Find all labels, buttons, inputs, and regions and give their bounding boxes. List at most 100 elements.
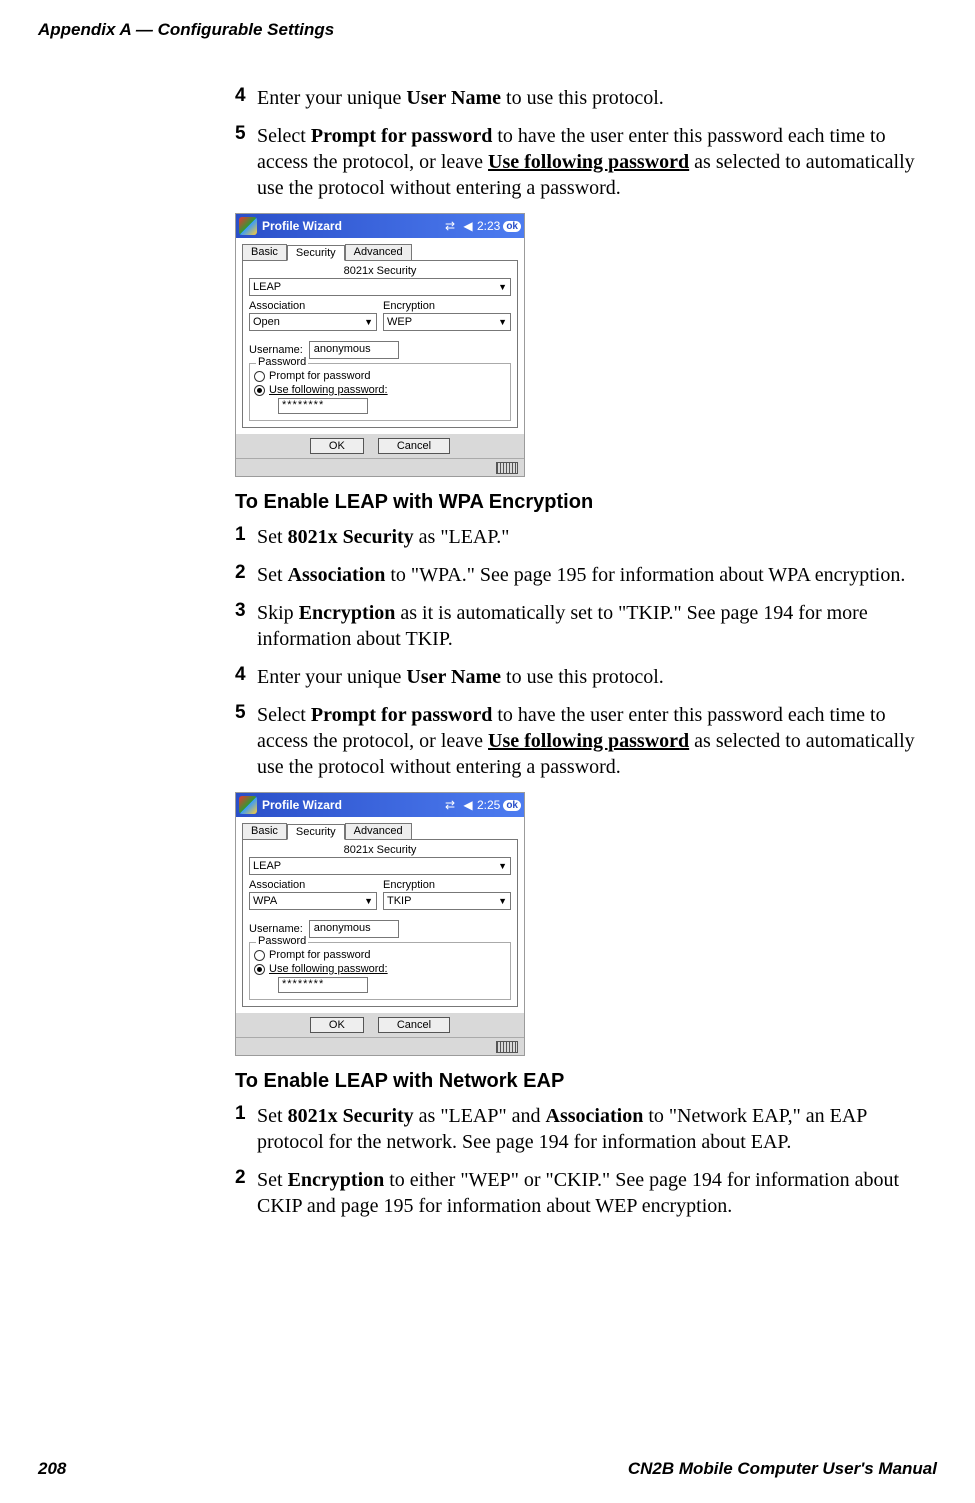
encryption-dropdown[interactable]: TKIP ▼	[383, 892, 511, 910]
dropdown-value: LEAP	[253, 281, 281, 293]
tab-security[interactable]: Security	[287, 245, 345, 261]
password-input[interactable]: ********	[278, 398, 368, 414]
step-text: Enter your unique User Name to use this …	[257, 85, 664, 111]
radio-icon	[254, 950, 265, 961]
bold-text: 8021x Security	[288, 526, 414, 548]
text: to "WPA." See page 195 for information a…	[385, 564, 905, 586]
ok-button[interactable]: OK	[310, 1017, 364, 1033]
titlebar: Profile Wizard ⇄ ◀ 2:23 ok	[236, 214, 524, 238]
step-number: 5	[235, 123, 257, 201]
chevron-down-icon: ▼	[498, 317, 507, 327]
button-bar: OK Cancel	[236, 434, 524, 458]
radio-icon	[254, 964, 265, 975]
use-following-password-radio[interactable]: Use following password:	[254, 384, 506, 396]
username-input[interactable]: anonymous	[309, 341, 399, 359]
chevron-down-icon: ▼	[364, 317, 373, 327]
s2-step-2: 2 Set Encryption to either "WEP" or "CKI…	[235, 1167, 937, 1219]
use-following-password-radio[interactable]: Use following password:	[254, 963, 506, 975]
tab-advanced[interactable]: Advanced	[345, 244, 412, 260]
tab-basic[interactable]: Basic	[242, 823, 287, 839]
dropdown-value: LEAP	[253, 860, 281, 872]
step-text: Select Prompt for password to have the u…	[257, 123, 937, 201]
bold-text: User Name	[406, 87, 501, 109]
step-number: 4	[235, 85, 257, 111]
tab-body: 8021x Security LEAP ▼ Association Open ▼…	[242, 260, 518, 428]
cancel-button[interactable]: Cancel	[378, 438, 450, 454]
security-dropdown[interactable]: LEAP ▼	[249, 857, 511, 875]
password-input[interactable]: ********	[278, 977, 368, 993]
text: Enter your unique	[257, 666, 406, 688]
step-text: Set Association to "WPA." See page 195 f…	[257, 562, 905, 588]
page-content: 4 Enter your unique User Name to use thi…	[0, 40, 975, 1219]
radio-icon	[254, 371, 265, 382]
text: to use this protocol.	[501, 87, 664, 109]
encryption-dropdown[interactable]: WEP ▼	[383, 313, 511, 331]
s1-step-5: 5 Select Prompt for password to have the…	[235, 702, 937, 780]
security-dropdown[interactable]: LEAP ▼	[249, 278, 511, 296]
text: to use this protocol.	[501, 666, 664, 688]
window-title: Profile Wizard	[262, 219, 441, 233]
ok-button[interactable]: OK	[310, 438, 364, 454]
step-number: 2	[235, 562, 257, 588]
encryption-label: Encryption	[383, 879, 511, 891]
radio-label: Use following password:	[269, 384, 388, 396]
step-5: 5 Select Prompt for password to have the…	[235, 123, 937, 201]
step-text: Set Encryption to either "WEP" or "CKIP.…	[257, 1167, 937, 1219]
radio-label: Prompt for password	[269, 949, 370, 961]
bold-text: Use following password	[488, 730, 689, 752]
association-dropdown[interactable]: WPA ▼	[249, 892, 377, 910]
page-footer: 208 CN2B Mobile Computer User's Manual	[0, 1459, 975, 1479]
password-fieldset: Password Prompt for password Use followi…	[249, 363, 511, 421]
step-text: Skip Encryption as it is automatically s…	[257, 600, 937, 652]
security-label: 8021x Security	[249, 844, 511, 856]
encryption-label: Encryption	[383, 300, 511, 312]
s1-step-4: 4 Enter your unique User Name to use thi…	[235, 664, 937, 690]
step-number: 1	[235, 1103, 257, 1155]
step-text: Set 8021x Security as "LEAP."	[257, 524, 509, 550]
chevron-down-icon: ▼	[498, 896, 507, 906]
s1-step-3: 3 Skip Encryption as it is automatically…	[235, 600, 937, 652]
text: Skip	[257, 602, 299, 624]
step-number: 2	[235, 1167, 257, 1219]
password-fieldset: Password Prompt for password Use followi…	[249, 942, 511, 1000]
s1-step-2: 2 Set Association to "WPA." See page 195…	[235, 562, 937, 588]
ok-badge[interactable]: ok	[503, 800, 521, 811]
tab-security[interactable]: Security	[287, 824, 345, 840]
tab-advanced[interactable]: Advanced	[345, 823, 412, 839]
password-legend: Password	[256, 356, 308, 368]
ok-badge[interactable]: ok	[503, 221, 521, 232]
network-icon: ⇄	[443, 798, 457, 812]
keyboard-icon[interactable]	[496, 462, 518, 474]
tab-basic[interactable]: Basic	[242, 244, 287, 260]
text: Select	[257, 125, 311, 147]
step-4: 4 Enter your unique User Name to use thi…	[235, 85, 937, 111]
prompt-password-radio[interactable]: Prompt for password	[254, 370, 506, 382]
password-legend: Password	[256, 935, 308, 947]
prompt-password-radio[interactable]: Prompt for password	[254, 949, 506, 961]
text: Select	[257, 704, 311, 726]
network-icon: ⇄	[443, 219, 457, 233]
association-label: Association	[249, 300, 377, 312]
s2-step-1: 1 Set 8021x Security as "LEAP" and Assoc…	[235, 1103, 937, 1155]
tab-body: 8021x Security LEAP ▼ Association WPA ▼ …	[242, 839, 518, 1007]
association-dropdown[interactable]: Open ▼	[249, 313, 377, 331]
bold-text: Association	[546, 1105, 644, 1127]
screenshot-2: Profile Wizard ⇄ ◀ 2:25 ok Basic Securit…	[235, 792, 525, 1056]
chevron-down-icon: ▼	[364, 896, 373, 906]
step-text: Enter your unique User Name to use this …	[257, 664, 664, 690]
button-bar: OK Cancel	[236, 1013, 524, 1037]
windows-icon	[239, 796, 257, 814]
screenshot-1: Profile Wizard ⇄ ◀ 2:23 ok Basic Securit…	[235, 213, 525, 477]
keyboard-icon[interactable]	[496, 1041, 518, 1053]
cancel-button[interactable]: Cancel	[378, 1017, 450, 1033]
text: Set	[257, 526, 288, 548]
username-input[interactable]: anonymous	[309, 920, 399, 938]
dropdown-value: WPA	[253, 895, 277, 907]
bold-text: User Name	[406, 666, 501, 688]
bold-text: Prompt for password	[311, 125, 492, 147]
bold-text: 8021x Security	[288, 1105, 414, 1127]
manual-title: CN2B Mobile Computer User's Manual	[628, 1459, 937, 1479]
text: Set	[257, 1105, 288, 1127]
page-header: Appendix A — Configurable Settings	[0, 0, 975, 40]
bold-text: Encryption	[299, 602, 396, 624]
